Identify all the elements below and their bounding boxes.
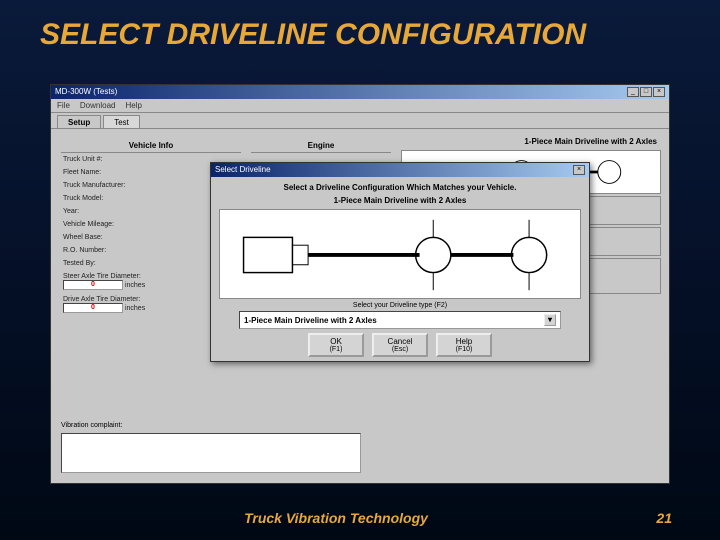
menu-file[interactable]: File [57, 101, 70, 110]
drive-axle-label: Drive Axle Tire Diameter: [63, 296, 140, 303]
help-label: Help [456, 337, 472, 346]
tab-test[interactable]: Test [103, 115, 140, 128]
steer-axle-label: Steer Axle Tire Diameter: [63, 273, 141, 280]
tab-setup[interactable]: Setup [57, 115, 101, 128]
vibration-complaint-label: Vibration complaint: [61, 422, 122, 429]
cancel-sub: (Esc) [374, 346, 426, 353]
drive-axle-unit: inches [125, 305, 145, 312]
driveline-config-label: 1-Piece Main Driveline with 2 Axles [401, 135, 661, 148]
dialog-titlebar: Select Driveline × [211, 163, 589, 177]
select-driveline-dialog: Select Driveline × Select a Driveline Co… [210, 162, 590, 362]
page-number: 21 [632, 510, 672, 526]
slide-footer: Truck Vibration Technology 21 [0, 510, 720, 526]
ok-label: OK [330, 337, 342, 346]
engine-header: Engine [251, 139, 391, 153]
dialog-button-row: OK (F1) Cancel (Esc) Help (F10) [219, 333, 581, 357]
driveline-diagram-icon [220, 210, 580, 298]
menu-download[interactable]: Download [80, 101, 116, 110]
steer-axle-unit: inches [125, 282, 145, 289]
minimize-button[interactable]: _ [627, 87, 639, 97]
dialog-body: Select a Driveline Configuration Which M… [211, 177, 589, 361]
dialog-close-button[interactable]: × [573, 165, 585, 175]
dialog-title: Select Driveline [215, 165, 271, 175]
app-titlebar: MD-300W (Tests) _ □ × [51, 85, 669, 99]
cancel-label: Cancel [388, 337, 413, 346]
select-driveline-label: Select your Driveline type (F2) [219, 301, 581, 310]
footer-center: Truck Vibration Technology [40, 510, 632, 526]
vehicle-info-header: Vehicle Info [61, 139, 241, 153]
app-title: MD-300W (Tests) [55, 87, 117, 97]
dialog-config-heading: 1-Piece Main Driveline with 2 Axles [219, 194, 581, 207]
help-button[interactable]: Help (F10) [436, 333, 492, 357]
cancel-button[interactable]: Cancel (Esc) [372, 333, 428, 357]
dropdown-value: 1-Piece Main Driveline with 2 Axles [244, 316, 377, 325]
close-button[interactable]: × [653, 87, 665, 97]
chevron-down-icon[interactable]: ▾ [544, 314, 556, 326]
help-sub: (F10) [438, 346, 490, 353]
driveline-type-dropdown[interactable]: 1-Piece Main Driveline with 2 Axles ▾ [239, 311, 561, 329]
slide-title: SELECT DRIVELINE CONFIGURATION [0, 0, 720, 62]
dialog-diagram [219, 209, 581, 299]
engine-panel: Engine [251, 139, 391, 153]
vibration-complaint-textarea[interactable] [61, 433, 361, 473]
ok-sub: (F1) [310, 346, 362, 353]
drive-axle-value[interactable]: 0 [63, 303, 123, 313]
app-menubar: File Download Help [51, 99, 669, 113]
steer-axle-value[interactable]: 0 [63, 280, 123, 290]
menu-help[interactable]: Help [125, 101, 141, 110]
ok-button[interactable]: OK (F1) [308, 333, 364, 357]
dialog-instruction: Select a Driveline Configuration Which M… [219, 181, 581, 194]
maximize-button[interactable]: □ [640, 87, 652, 97]
tab-bar: Setup Test [51, 113, 669, 129]
